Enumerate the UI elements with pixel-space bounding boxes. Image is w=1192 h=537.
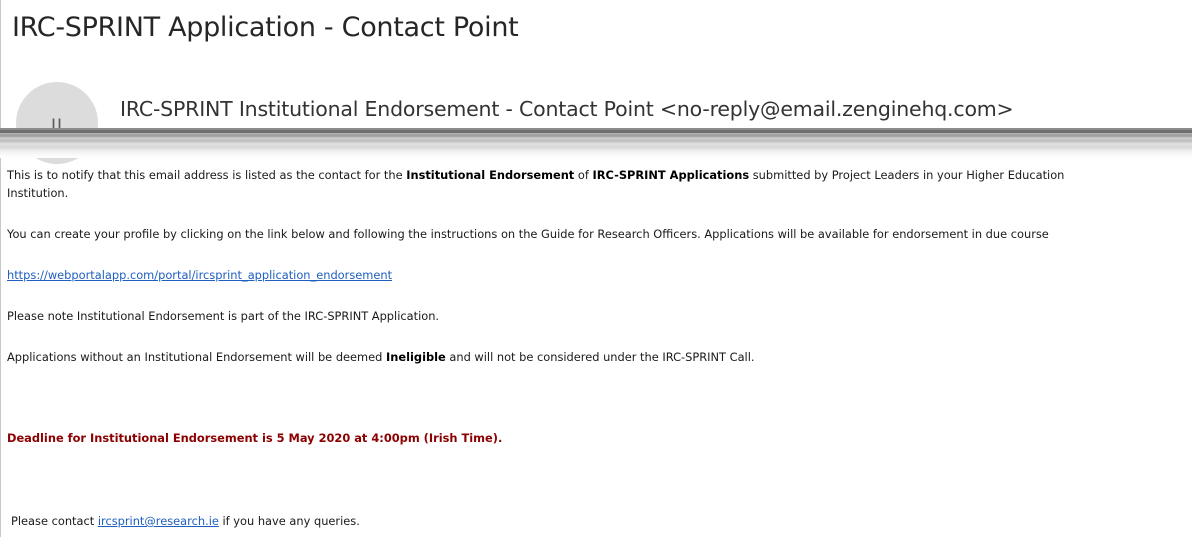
- contact-text-2: if you have any queries.: [218, 514, 360, 528]
- portal-link-line: https://webportalapp.com/portal/ircsprin…: [7, 266, 392, 284]
- email-view: IRC-SPRINT Application - Contact Point I…: [0, 0, 1192, 537]
- ineligible-text-1: Applications without an Institutional En…: [7, 350, 387, 364]
- ineligible-bold: Ineligible: [386, 350, 446, 364]
- contact-email-link[interactable]: ircsprint@research.ie: [98, 514, 219, 528]
- portal-link[interactable]: https://webportalapp.com/portal/ircsprin…: [7, 268, 392, 282]
- contact-paragraph: Please contact ircsprint@research.ie if …: [11, 512, 360, 530]
- torn-edge-divider: [0, 128, 1192, 158]
- profile-paragraph: You can create your profile by clicking …: [7, 227, 1049, 241]
- deadline-notice: Deadline for Institutional Endorsement i…: [7, 431, 503, 445]
- notice-text-3: submitted by Project Leaders in your Hig…: [749, 168, 1065, 182]
- ineligible-text-2: and will not be considered under the IRC…: [445, 350, 755, 364]
- notice-bold-applications: IRC-SPRINT Applications: [592, 168, 750, 182]
- notice-bold-endorsement: Institutional Endorsement: [406, 168, 575, 182]
- notice-text-2: of: [574, 168, 593, 182]
- torn-edge-jag: [0, 130, 1192, 133]
- sender-name[interactable]: IRC-SPRINT Institutional Endorsement - C…: [120, 97, 1014, 121]
- notice-paragraph: This is to notify that this email addres…: [7, 166, 1064, 184]
- note-paragraph: Please note Institutional Endorsement is…: [7, 309, 440, 323]
- left-divider: [0, 0, 1, 537]
- ineligible-paragraph: Applications without an Institutional En…: [7, 348, 755, 366]
- notice-text-1: This is to notify that this email addres…: [7, 168, 407, 182]
- contact-text-1: Please contact: [11, 514, 98, 528]
- email-subject: IRC-SPRINT Application - Contact Point: [12, 12, 519, 43]
- notice-paragraph-line2: Institution.: [7, 186, 69, 200]
